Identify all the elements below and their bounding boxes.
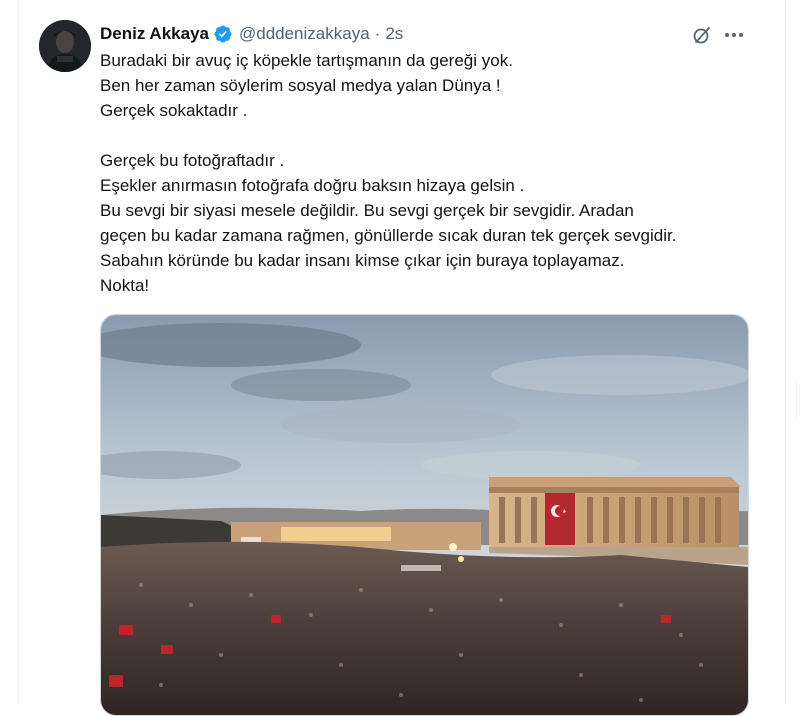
sidebar-edge <box>796 380 806 420</box>
photo-crowd-mausoleum <box>101 315 748 715</box>
tweet-text-line: Ben her zaman söylerim sosyal medya yala… <box>100 76 501 95</box>
tweet-text-line: Eşekler anırmasın fotoğrafa doğru baksın… <box>100 176 525 195</box>
tweet-text-line: Buradaki bir avuç iç köpekle tartışmanın… <box>100 51 513 70</box>
tweet-text-line: Gerçek sokaktadır . <box>100 101 248 120</box>
tweet-text-line: Sabahın köründe bu kadar insanı kimse çı… <box>100 251 625 270</box>
avatar-image <box>39 20 91 72</box>
verified-badge-icon <box>214 25 232 43</box>
tweet-text-line: Gerçek bu fotoğraftadır . <box>100 151 285 170</box>
tweet-text-line: Nokta! <box>100 276 150 295</box>
timeline-border-right <box>785 0 786 704</box>
author-handle[interactable]: @dddenizakkaya <box>239 24 370 44</box>
more-horizontal-icon[interactable] <box>722 25 746 45</box>
author-avatar[interactable] <box>39 20 91 72</box>
tweet-media-photo[interactable] <box>100 314 749 716</box>
tweet-text: Buradaki bir avuç iç köpekle tartışmanın… <box>100 48 760 298</box>
tweet-text-line: Bu sevgi bir siyasi mesele değildir. Bu … <box>100 201 634 220</box>
grok-icon[interactable] <box>692 25 712 45</box>
header-separator: · <box>374 24 381 43</box>
timeline-border-left <box>18 0 19 704</box>
tweet-timestamp[interactable]: 2s <box>385 24 403 44</box>
author-display-name[interactable]: Deniz Akkaya <box>100 24 209 44</box>
tweet-header: Deniz Akkaya @dddenizakkaya · 2s <box>100 22 403 46</box>
tweet-text-line: geçen bu kadar zamana rağmen, gönüllerde… <box>100 226 677 245</box>
